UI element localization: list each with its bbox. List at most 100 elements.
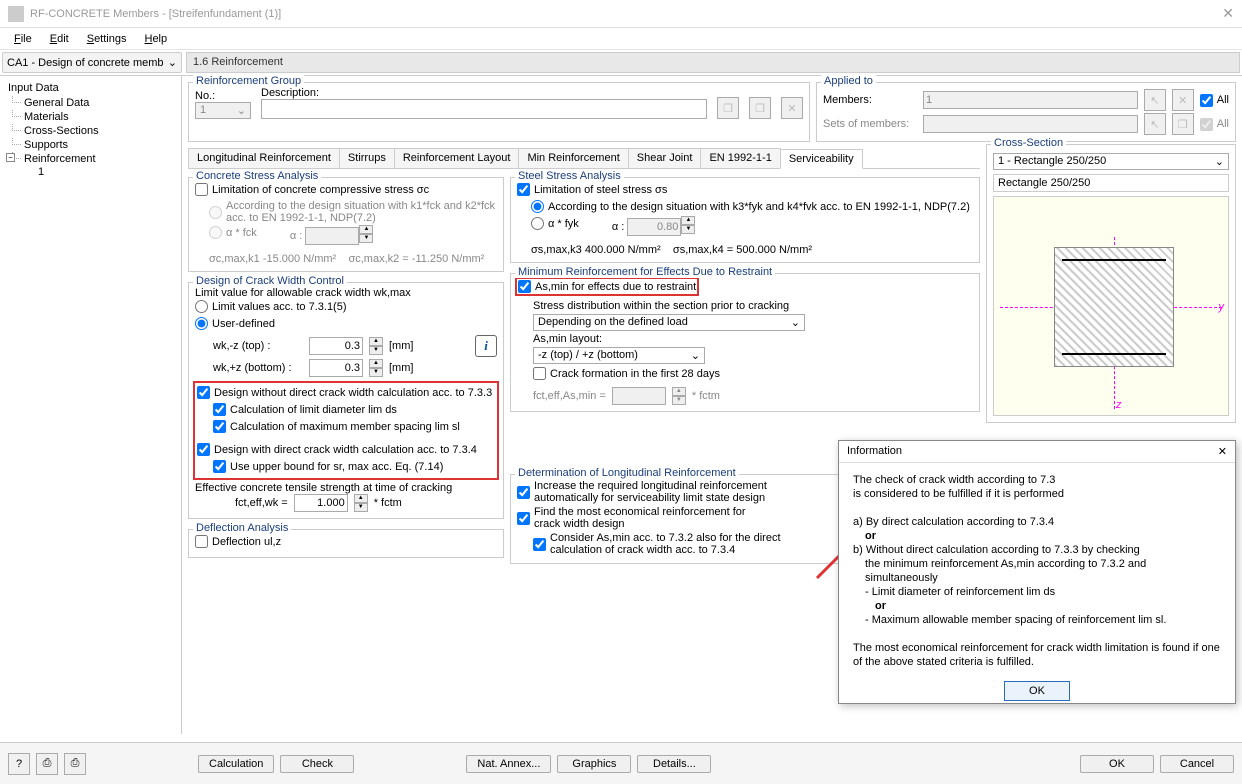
wk-bot-unit: [mm]: [389, 362, 413, 374]
reinf-tabs: Longitudinal Reinforcement Stirrups Rein…: [188, 148, 980, 169]
cross-section-legend: Cross-Section: [991, 137, 1066, 149]
app-icon: [8, 6, 24, 22]
tree-root[interactable]: Input Data: [2, 80, 179, 96]
crack-c1[interactable]: Design without direct crack width calcul…: [197, 386, 492, 399]
concrete-alpha-label: α :: [290, 230, 302, 242]
menu-edit[interactable]: Edit: [42, 31, 77, 47]
crack-r2[interactable]: User-defined: [195, 317, 275, 330]
members-all-chk[interactable]: All: [1200, 94, 1229, 107]
reinf-group-legend: Reinforcement Group: [193, 75, 304, 87]
crack-c2a[interactable]: Use upper bound for sr, max acc. Eq. (7.…: [213, 460, 443, 473]
limit-concrete-chk[interactable]: Limitation of concrete compressive stres…: [195, 183, 429, 196]
cancel-button[interactable]: Cancel: [1160, 755, 1234, 773]
crack-info-icon[interactable]: i: [475, 335, 497, 357]
tree-item-reinforcement-1[interactable]: 1: [2, 166, 179, 178]
wk-bot-input[interactable]: [309, 359, 363, 377]
limit-steel-chk[interactable]: Limitation of steel stress σs: [517, 183, 667, 196]
menu-settings[interactable]: Settings: [79, 31, 135, 47]
steel-r1[interactable]: According to the design situation with k…: [531, 200, 970, 213]
crack-c2[interactable]: Design with direct crack width calculati…: [197, 443, 477, 456]
tab-shear-joint[interactable]: Shear Joint: [628, 148, 702, 168]
tree-item-cross-sections[interactable]: Cross-Sections: [2, 124, 179, 138]
sets-clear-button: ❐: [1172, 113, 1194, 135]
crack-c1a[interactable]: Calculation of limit diameter lim ds: [213, 403, 397, 416]
calculation-button[interactable]: Calculation: [198, 755, 274, 773]
close-icon[interactable]: ✕: [1222, 5, 1234, 22]
members-input: [923, 91, 1138, 109]
det-c1[interactable]: Increase the required longitudinal reinf…: [517, 480, 790, 504]
reinf-del-button[interactable]: ✕: [781, 97, 803, 119]
graphics-button[interactable]: Graphics: [557, 755, 631, 773]
wk-top-input[interactable]: [309, 337, 363, 355]
ok-button[interactable]: OK: [1080, 755, 1154, 773]
tree-item-general[interactable]: General Data: [2, 96, 179, 110]
titlebar: RF-CONCRETE Members - [Streifenfundament…: [0, 0, 1242, 28]
nat-annex-button[interactable]: Nat. Annex...: [466, 755, 551, 773]
footer: ? ⎙ ⎙ Calculation Check Nat. Annex... Gr…: [0, 742, 1242, 784]
asmin-layout-combo[interactable]: -z (top) / +z (bottom): [533, 347, 705, 364]
cross-section-box: Cross-Section 1 - Rectangle 250/250 Rect…: [986, 144, 1236, 423]
tab-serviceability[interactable]: Serviceability: [780, 149, 863, 169]
asmin-layout-value: -z (top) / +z (bottom): [538, 349, 638, 362]
crack-c1b[interactable]: Calculation of maximum member spacing li…: [213, 420, 460, 433]
steel-r2[interactable]: α * fyk: [531, 217, 579, 230]
tab-layout[interactable]: Reinforcement Layout: [394, 148, 520, 168]
unit-button-1[interactable]: ⎙: [36, 753, 58, 775]
help-button[interactable]: ?: [8, 753, 30, 775]
crack-box: Design of Crack Width Control Limit valu…: [188, 282, 504, 519]
min-reinf-legend: Minimum Reinforcement for Effects Due to…: [515, 266, 775, 278]
tree-item-materials[interactable]: Materials: [2, 110, 179, 124]
popup-body: The check of crack width according to 7.…: [839, 463, 1235, 679]
applied-to-legend: Applied to: [821, 75, 876, 87]
cross-section-combo[interactable]: 1 - Rectangle 250/250: [993, 153, 1229, 170]
popup-ok-button[interactable]: OK: [1004, 681, 1070, 701]
reinf-no-combo[interactable]: 1: [195, 102, 251, 119]
stress-dist-value: Depending on the defined load: [538, 316, 688, 329]
members-pick-button[interactable]: ↖: [1144, 89, 1166, 111]
concrete-note-right: σc,max,k2 = -11.250 N/mm²: [348, 253, 484, 265]
check-button[interactable]: Check: [280, 755, 354, 773]
deflection-box: Deflection Analysis Deflection ul,z: [188, 529, 504, 558]
crack28-chk[interactable]: Crack formation in the first 28 days: [533, 367, 720, 380]
stress-dist-combo[interactable]: Depending on the defined load: [533, 314, 805, 331]
crack-fct-input[interactable]: [294, 494, 348, 512]
menu-help[interactable]: Help: [136, 31, 175, 47]
crack-limit-label: Limit value for allowable crack width wk…: [195, 287, 497, 299]
min-reinf-box: Minimum Reinforcement for Effects Due to…: [510, 273, 980, 412]
steel-note-right: σs,max,k4 = 500.000 N/mm²: [673, 244, 812, 256]
tab-min-reinf[interactable]: Min Reinforcement: [518, 148, 628, 168]
case-dropdown[interactable]: CA1 - Design of concrete memb: [2, 52, 182, 73]
crack-fct-label: fct,eff,wk =: [235, 497, 288, 509]
steel-note-left: σs,max,k3 400.000 N/mm²: [531, 244, 661, 256]
unit-button-2[interactable]: ⎙: [64, 753, 86, 775]
cross-section-combo-value: 1 - Rectangle 250/250: [998, 155, 1106, 168]
crack-r1[interactable]: Limit values acc. to 7.3.1(5): [195, 300, 347, 313]
tree-item-reinforcement[interactable]: − Reinforcement: [2, 152, 179, 166]
menubar: File Edit Settings Help: [0, 28, 1242, 50]
det-c3[interactable]: Consider As,min acc. to 7.3.2 also for t…: [533, 532, 796, 556]
members-clear-button[interactable]: ✕: [1172, 89, 1194, 111]
tab-longitudinal[interactable]: Longitudinal Reinforcement: [188, 148, 340, 168]
tree-item-reinforcement-label: Reinforcement: [24, 153, 96, 165]
applied-to-box: Applied to Members: ↖ ✕ All Sets of memb…: [816, 82, 1236, 142]
tab-stirrups[interactable]: Stirrups: [339, 148, 395, 168]
wk-top-unit: [mm]: [389, 340, 413, 352]
tree-collapse-icon[interactable]: −: [6, 153, 15, 162]
details-button[interactable]: Details...: [637, 755, 711, 773]
wk-top-label: wk,-z (top) :: [213, 340, 303, 352]
concrete-stress-legend: Concrete Stress Analysis: [193, 170, 321, 182]
nav-tree: Input Data General Data Materials Cross-…: [0, 76, 182, 734]
reinf-no-value: 1: [200, 104, 206, 117]
deflection-chk[interactable]: Deflection ul,z: [195, 535, 281, 548]
crack-fct-suffix: * fctm: [374, 497, 402, 509]
asmin-restraint-chk[interactable]: As,min for effects due to restraint: [517, 279, 697, 294]
concrete-r2: α * fck: [209, 226, 257, 239]
sets-input: [923, 115, 1138, 133]
reinf-desc-input[interactable]: [261, 99, 707, 119]
popup-close-icon[interactable]: ✕: [1218, 445, 1227, 458]
tree-item-supports[interactable]: Supports: [2, 138, 179, 152]
menu-file[interactable]: File: [6, 31, 40, 47]
reinf-copy-button[interactable]: ❐: [749, 97, 771, 119]
reinf-new-button[interactable]: ❐: [717, 97, 739, 119]
tab-en1992[interactable]: EN 1992-1-1: [700, 148, 780, 168]
